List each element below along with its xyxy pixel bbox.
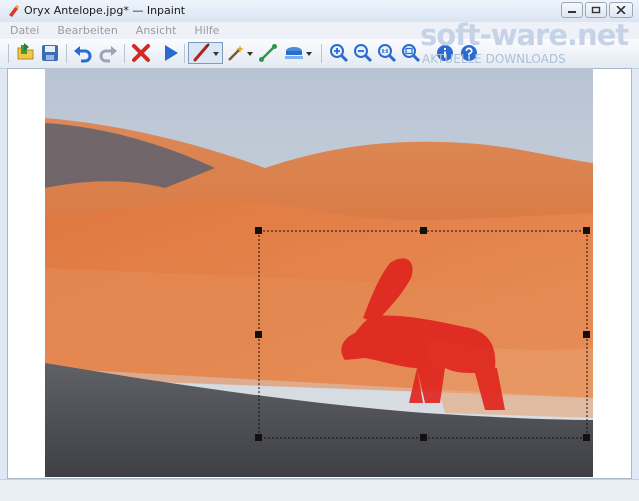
selection-handle-top[interactable] — [420, 227, 427, 234]
stamp-tool-button[interactable] — [281, 42, 315, 64]
stamp-icon — [285, 47, 303, 59]
selection-handle-top-right[interactable] — [583, 227, 590, 234]
close-icon — [616, 6, 626, 14]
toolbar-separator — [66, 44, 67, 63]
inpaint-app-icon — [9, 5, 19, 17]
zoom-out-button[interactable] — [351, 42, 375, 64]
play-icon — [165, 45, 178, 61]
marker-tool-button[interactable] — [188, 42, 223, 64]
redo-button[interactable] — [96, 42, 120, 64]
desert-photo[interactable] — [45, 68, 593, 477]
magic-wand-icon — [228, 45, 244, 61]
zoom-out-icon — [354, 44, 373, 63]
watermark-brand: soft-ware.net — [420, 18, 629, 52]
toolbar-separator — [124, 44, 125, 63]
undo-icon — [74, 46, 92, 63]
run-inpaint-button[interactable] — [159, 42, 183, 64]
menu-view[interactable]: Ansicht — [130, 24, 177, 37]
zoom-in-button[interactable] — [327, 42, 351, 64]
open-button[interactable] — [14, 42, 38, 64]
selection-handle-bottom[interactable] — [420, 434, 427, 441]
chevron-down-icon — [212, 52, 219, 56]
selection-handle-bottom-left[interactable] — [255, 434, 262, 441]
menu-edit[interactable]: Bearbeiten — [51, 24, 117, 37]
watermark-tagline: AKTUELLE DOWNLOADS — [422, 52, 566, 66]
close-button[interactable] — [609, 2, 633, 18]
toolbar-separator — [321, 44, 322, 63]
save-icon — [42, 45, 58, 61]
save-button[interactable] — [38, 42, 62, 64]
toolbar-separator — [8, 44, 9, 63]
toolbar-separator — [184, 44, 185, 63]
redo-icon — [99, 46, 117, 63]
open-folder-icon — [17, 43, 34, 60]
chevron-down-icon — [247, 52, 253, 56]
zoom-in-icon — [330, 44, 349, 63]
image-canvas[interactable] — [45, 68, 593, 477]
zoom-actual-icon — [378, 44, 397, 63]
app-window: Oryx Antelope.jpg* — Inpaint Datei Bearb… — [0, 0, 639, 501]
selection-handle-bottom-right[interactable] — [583, 434, 590, 441]
status-bar — [0, 479, 639, 501]
menu-help[interactable]: Hilfe — [188, 24, 219, 37]
delete-icon — [132, 44, 150, 62]
zoom-actual-size-button[interactable] — [375, 42, 399, 64]
window-controls — [561, 2, 633, 18]
chevron-down-icon — [306, 52, 312, 56]
line-tool-icon — [259, 44, 277, 62]
selection-handle-top-left[interactable] — [255, 227, 262, 234]
undo-button[interactable] — [71, 42, 95, 64]
minimize-button[interactable] — [561, 2, 583, 18]
magic-wand-button[interactable] — [224, 42, 256, 64]
zoom-fit-icon — [402, 44, 421, 63]
maximize-button[interactable] — [585, 2, 607, 18]
selection-handle-right[interactable] — [583, 331, 590, 338]
maximize-icon — [591, 6, 601, 14]
window-title: Oryx Antelope.jpg* — Inpaint — [24, 4, 186, 17]
line-tool-button[interactable] — [256, 42, 280, 64]
erase-selection-button[interactable] — [129, 42, 153, 64]
marker-icon — [193, 43, 210, 62]
watermark: soft-ware.net AKTUELLE DOWNLOADS — [420, 18, 635, 68]
menu-file[interactable]: Datei — [4, 24, 39, 37]
minimize-icon — [568, 11, 576, 13]
selection-handle-left[interactable] — [255, 331, 262, 338]
